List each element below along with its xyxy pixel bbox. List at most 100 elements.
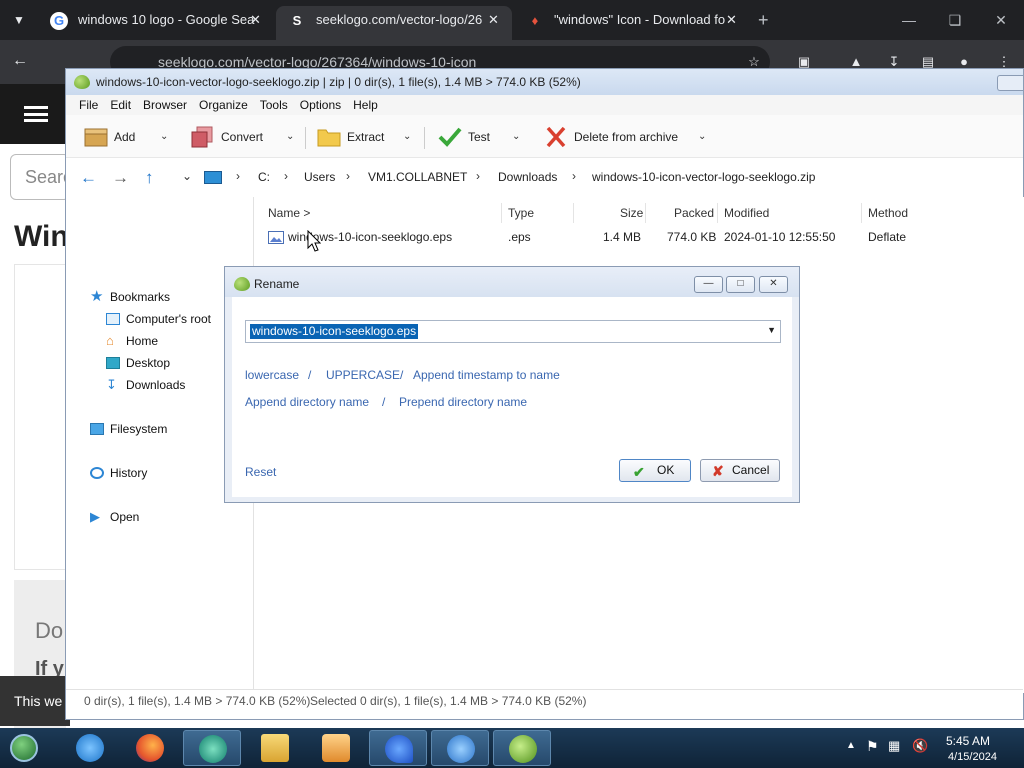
append-directory-link[interactable]: Append directory name (245, 395, 369, 409)
menu-tools[interactable]: Tools (254, 95, 294, 115)
taskbar-app-shark[interactable] (369, 730, 427, 766)
column-packed[interactable]: Packed (674, 206, 714, 220)
uppercase-link[interactable]: UPPERCASE (326, 368, 400, 382)
status-selection: Selected 0 dir(s), 1 file(s), 1.4 MB > 7… (310, 694, 587, 708)
dialog-minimize-icon[interactable]: — (694, 276, 723, 293)
tab-windows-icon[interactable]: ♦ "windows" Icon - Download fo ✕ (514, 6, 750, 40)
append-timestamp-link[interactable]: Append timestamp to name (413, 368, 560, 382)
chevron-right-icon: › (572, 169, 576, 183)
prepend-directory-link[interactable]: Prepend directory name (399, 395, 527, 409)
breadcrumb-drive[interactable]: C: (258, 170, 270, 184)
tab-search-button[interactable]: ▼ (6, 8, 32, 32)
taskbar-internet-explorer[interactable] (61, 730, 119, 766)
dialog-close-icon[interactable]: ✕ (759, 276, 788, 293)
taskbar-app-shell[interactable] (431, 730, 489, 766)
column-type[interactable]: Type (508, 206, 534, 220)
delete-from-archive-button[interactable]: Delete from archive ⌄ (544, 126, 744, 148)
hamburger-menu-icon[interactable] (24, 106, 48, 122)
network-icon[interactable]: ▦ (888, 738, 900, 754)
menu-file[interactable]: File (66, 95, 104, 115)
media-player-icon (322, 734, 350, 762)
minimize-button[interactable] (997, 75, 1023, 91)
column-method[interactable]: Method (868, 206, 908, 220)
breadcrumb-archive[interactable]: windows-10-icon-vector-logo-seeklogo.zip (592, 170, 815, 184)
dialog-maximize-icon[interactable]: □ (726, 276, 755, 293)
action-center-flag-icon[interactable]: ⚑ (866, 738, 879, 755)
taskbar-firefox[interactable] (121, 730, 179, 766)
new-tab-button[interactable]: + (758, 8, 769, 32)
windows-start-icon (10, 734, 38, 762)
show-hidden-icons[interactable]: ▲ (846, 740, 856, 751)
chevron-right-icon: › (346, 169, 350, 183)
reset-link[interactable]: Reset (245, 465, 276, 479)
forward-arrow-icon[interactable]: → (112, 168, 129, 188)
close-tab-icon[interactable]: ✕ (250, 6, 266, 34)
ok-label: OK (657, 463, 675, 477)
volume-muted-icon[interactable]: 🔇 (912, 738, 928, 754)
monitor-icon (106, 313, 120, 325)
search-placeholder: Search (25, 167, 69, 187)
toolbar: Add ⌄ Convert ⌄ Extract ⌄ Test ⌄ Delete … (66, 115, 1023, 157)
menu-help[interactable]: Help (347, 95, 384, 115)
computer-icon[interactable] (204, 171, 222, 184)
chevron-down-icon[interactable]: ⌄ (512, 126, 520, 148)
clock-date[interactable]: 4/15/2024 (948, 751, 997, 763)
breadcrumb-user[interactable]: VM1.COLLABNET (368, 170, 467, 184)
taskbar-peazip[interactable] (493, 730, 551, 766)
close-window-icon[interactable]: ✕ (986, 8, 1016, 32)
clock-time[interactable]: 5:45 AM (946, 734, 990, 748)
chevron-down-icon[interactable]: ⌄ (698, 126, 706, 148)
convert-button[interactable]: Convert ⌄ (191, 126, 301, 148)
minimize-icon[interactable]: — (894, 8, 924, 32)
lowercase-link[interactable]: lowercase (245, 368, 299, 382)
ok-button[interactable]: ✔ OK (619, 459, 691, 482)
test-button[interactable]: Test ⌄ (438, 126, 528, 148)
menu-browser[interactable]: Browser (137, 95, 193, 115)
breadcrumb-users[interactable]: Users (304, 170, 335, 184)
menu-organize[interactable]: Organize (193, 95, 254, 115)
chevron-down-icon[interactable]: ⌄ (182, 169, 192, 183)
tab-title: windows 10 logo - Google Sea (78, 12, 255, 27)
column-size[interactable]: Size (620, 206, 643, 220)
chevron-right-icon: › (284, 169, 288, 183)
taskbar-chrome-app[interactable] (183, 730, 241, 766)
internet-explorer-icon (76, 734, 104, 762)
taskbar-media-player[interactable] (307, 730, 365, 766)
back-arrow-icon[interactable]: ← (12, 52, 28, 70)
chevron-down-icon[interactable]: ⌄ (160, 126, 168, 148)
close-tab-icon[interactable]: ✕ (726, 6, 742, 34)
box-icon (84, 128, 108, 147)
rename-combobox[interactable]: windows-10-icon-seeklogo.eps ▼ (245, 320, 781, 343)
rename-dialog: Rename — □ ✕ windows-10-icon-seeklogo.ep… (224, 266, 800, 503)
system-tray: ▲ ⚑ ▦ 🔇 5:45 AM 4/15/2024 (842, 730, 1024, 766)
back-arrow-icon[interactable]: ← (80, 168, 97, 188)
add-button[interactable]: Add ⌄ (84, 126, 174, 148)
column-modified[interactable]: Modified (724, 206, 769, 220)
site-search-input[interactable]: Search (10, 154, 70, 200)
test-label: Test (468, 130, 491, 144)
close-tab-icon[interactable]: ✕ (488, 6, 504, 34)
convert-icon (191, 126, 213, 148)
google-icon: G (50, 12, 68, 30)
site-header (0, 84, 70, 144)
cancel-button[interactable]: ✘ Cancel (700, 459, 780, 482)
desktop-icon (106, 357, 120, 369)
restore-icon[interactable]: ❏ (940, 8, 970, 32)
chevron-down-icon[interactable]: ⌄ (403, 126, 411, 148)
extract-button[interactable]: Extract ⌄ (317, 126, 417, 148)
menu-options[interactable]: Options (294, 95, 347, 115)
taskbar-explorer[interactable] (246, 730, 304, 766)
tab-google-search[interactable]: G windows 10 logo - Google Sea ✕ (38, 6, 274, 40)
chevron-down-icon[interactable]: ⌄ (286, 126, 294, 148)
column-name[interactable]: Name > (268, 206, 310, 220)
shell-app-icon (447, 735, 475, 763)
start-button[interactable] (0, 730, 54, 766)
windows-taskbar: ▲ ⚑ ▦ 🔇 5:45 AM 4/15/2024 (0, 728, 1024, 768)
up-arrow-icon[interactable]: ↑ (145, 168, 154, 188)
dialog-title: Rename (254, 277, 300, 291)
menu-edit[interactable]: Edit (104, 95, 137, 115)
breadcrumb-downloads[interactable]: Downloads (498, 170, 557, 184)
dropdown-arrow-icon[interactable]: ▼ (767, 325, 776, 335)
tab-title: "windows" Icon - Download fo (554, 12, 726, 27)
tab-seeklogo[interactable]: S seeklogo.com/vector-logo/26 ✕ (276, 6, 512, 40)
